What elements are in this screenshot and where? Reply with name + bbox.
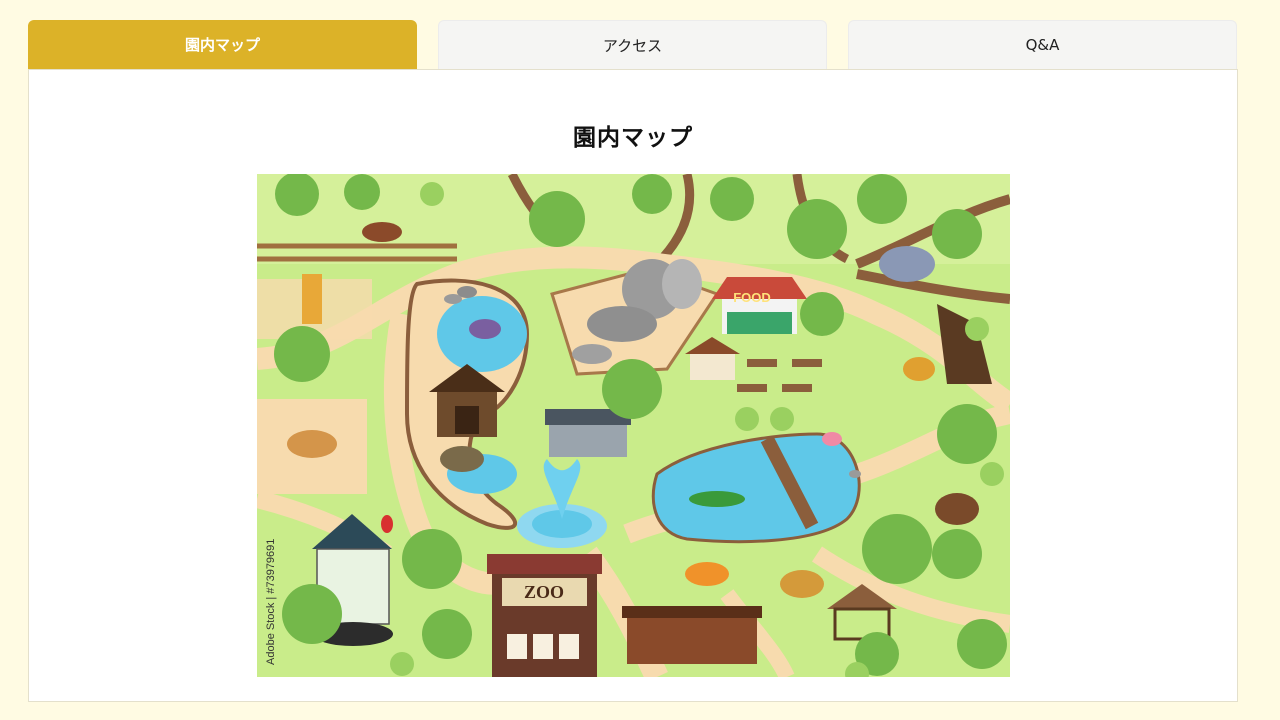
tab-map-label: 園内マップ: [184, 36, 260, 54]
tab-access-label: アクセス: [602, 36, 663, 55]
tab-bar: 園内マップ アクセス Q&A: [28, 20, 1238, 69]
zoo-sign: ZOO: [524, 582, 564, 602]
tab-panel: 園内マップ FOOD ZOO Adobe Stock | #73979691: [28, 69, 1238, 702]
tab-qa[interactable]: Q&A: [848, 20, 1237, 69]
page-title: 園内マップ: [573, 125, 693, 151]
food-sign: FOOD: [733, 290, 771, 305]
stock-watermark: Adobe Stock | #73979691: [265, 538, 277, 665]
zoo-map-illustration: FOOD ZOO: [257, 174, 1010, 677]
tab-access[interactable]: アクセス: [438, 20, 827, 69]
zoo-map-image: FOOD ZOO Adobe Stock | #73979691: [257, 174, 1010, 677]
tab-map[interactable]: 園内マップ: [28, 20, 417, 69]
tab-qa-label: Q&A: [1025, 36, 1060, 54]
